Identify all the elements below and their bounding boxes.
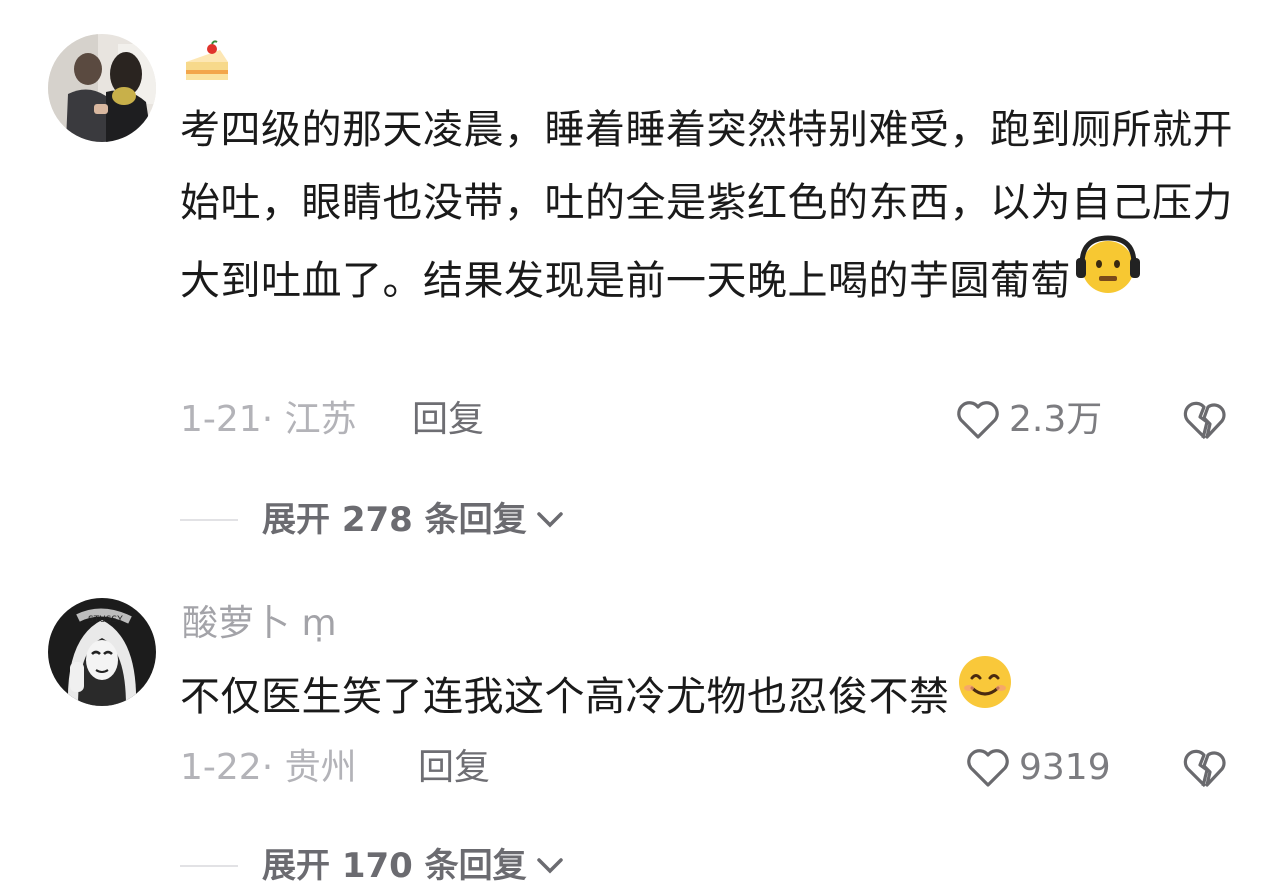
divider-line [180, 865, 238, 867]
username[interactable] [182, 40, 232, 95]
dislike-button[interactable] [1182, 746, 1228, 794]
chevron-down-icon [536, 858, 563, 874]
avatar[interactable]: STUSSY [48, 598, 156, 706]
broken-heart-icon [1183, 749, 1226, 788]
expand-replies-label: 展开 170 条回复 [262, 846, 527, 881]
like-button[interactable]: 9319 [965, 746, 1111, 790]
avatar-photo [48, 34, 156, 142]
headphones-frown-emoji [1075, 234, 1141, 320]
like-count: 9319 [1019, 747, 1111, 788]
username[interactable]: 酸萝卜 ṃ [182, 602, 337, 646]
expand-replies-button[interactable]: 展开 278 条回复 [180, 498, 565, 542]
expand-replies-label: 展开 278 条回复 [262, 500, 527, 540]
username-text: 酸萝卜 [182, 603, 291, 644]
divider-line [180, 519, 238, 521]
expand-replies-button[interactable]: 展开 170 条回复 [180, 844, 565, 881]
avatar-illustration: STUSSY [48, 598, 156, 706]
heart-icon [967, 749, 1009, 787]
comment-list: 考四级的那天凌晨，睡着睡着突然特别难受，跑到厕所就开始吐，眼睛也没带，吐的全是紫… [0, 0, 1280, 881]
like-button[interactable]: 2.3万 [955, 398, 1102, 442]
dislike-button[interactable] [1182, 398, 1228, 446]
avatar[interactable] [48, 34, 156, 142]
reply-button[interactable]: 回复 [412, 398, 484, 442]
broken-heart-icon [1183, 401, 1226, 440]
comment-text: 不仅医生笑了连我这个高冷尤物也忍俊不禁 [180, 656, 1240, 740]
username-suffix: ṃ [301, 603, 337, 644]
like-count: 2.3万 [1009, 399, 1103, 440]
heart-icon [957, 401, 999, 439]
comment-meta: 1-22· 贵州 [180, 747, 357, 788]
reply-button[interactable]: 回复 [418, 746, 490, 790]
comment-text: 考四级的那天凌晨，睡着睡着突然特别难受，跑到厕所就开始吐，眼睛也没带，吐的全是紫… [180, 94, 1240, 326]
smiling-emoji [954, 652, 1016, 734]
comment-meta: 1-21· 江苏 [180, 399, 357, 440]
chevron-down-icon [536, 512, 563, 528]
svg-text:STUSSY: STUSSY [88, 615, 123, 625]
cake-icon [186, 40, 228, 80]
comment-body: 不仅医生笑了连我这个高冷尤物也忍俊不禁 [180, 674, 950, 720]
